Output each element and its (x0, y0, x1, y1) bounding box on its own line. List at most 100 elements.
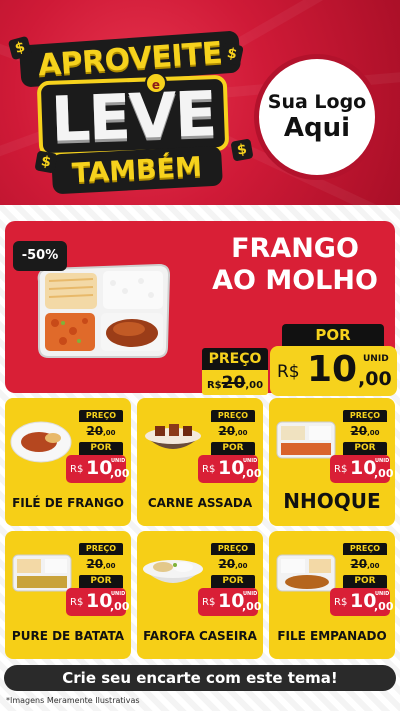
old-price-label: PREÇO (202, 348, 268, 370)
old-price-label: PREÇO (79, 410, 123, 422)
old-price-integer: 20 (218, 424, 236, 438)
dollar-coin-icon: $ (220, 42, 244, 66)
product-name: FAROFA CASEIRA (143, 629, 257, 643)
new-price-label: POR (211, 575, 255, 588)
logo-placeholder[interactable]: Sua Logo Aqui (254, 54, 380, 180)
title-line2-text: LEVE (49, 76, 217, 156)
product-name: FILE EMPANADO (277, 629, 387, 643)
product-name: CARNE ASSADA (147, 496, 253, 510)
logo-text-line2: Aqui (283, 113, 351, 143)
old-price: 20,00 (343, 555, 387, 571)
old-price: R$20,00 (202, 370, 268, 395)
old-price-decimal: ,00 (103, 429, 116, 437)
food-plate-icon (10, 421, 72, 463)
new-price: R$ 10 UNID ,00 (330, 588, 394, 616)
price-unit: UNID (375, 458, 390, 464)
new-price-currency: R$ (202, 464, 216, 475)
old-price-integer: 20 (86, 424, 104, 438)
header-banner: APROVEITE LEVE e TAMBÉM $ $ $ $ Sua Logo… (0, 0, 400, 205)
new-price-label: POR (343, 442, 387, 455)
old-price: 20,00 (79, 555, 123, 571)
old-price-label: PREÇO (211, 410, 255, 422)
offers-area: -50% FRANGO AO MOLHO PREÇO R$20,00 POR R… (0, 205, 400, 711)
new-price-integer: 10 (86, 457, 113, 479)
price-unit: UNID (111, 458, 126, 464)
old-price-decimal: ,00 (235, 562, 248, 570)
featured-name-line2: AO MOLHO (212, 265, 378, 296)
new-price: R$ 10 UNID ,00 (270, 346, 397, 396)
old-price-decimal: ,00 (235, 429, 248, 437)
promo-title: APROVEITE LEVE e TAMBÉM $ $ $ $ (7, 20, 254, 200)
old-price: 20,00 (211, 422, 255, 438)
title-line3: TAMBÉM (51, 145, 223, 195)
price-unit: UNID (243, 458, 258, 464)
food-tray-icon (37, 263, 171, 358)
new-price-decimal: ,00 (110, 600, 130, 613)
featured-product-name: FRANGO AO MOLHO (200, 233, 390, 297)
new-price-decimal: ,00 (242, 600, 262, 613)
new-price-label: POR (211, 442, 255, 455)
disclaimer-text: *Imagens Meramente Ilustrativas (6, 696, 140, 705)
new-price-integer: 10 (307, 349, 358, 390)
product-name: FILÉ DE FRANGO (12, 496, 124, 510)
product-name: PURE DE BATATA (11, 629, 125, 643)
title-line2: LEVE (36, 74, 230, 158)
old-price-integer: 20 (86, 557, 104, 571)
food-plate-icon (12, 554, 72, 592)
old-price-decimal: ,00 (103, 562, 116, 570)
title-line3-text: TAMBÉM (71, 151, 203, 189)
new-price-label: POR (79, 575, 123, 588)
featured-name-line1: FRANGO (231, 233, 359, 264)
new-price-decimal: ,00 (358, 368, 392, 390)
product-card[interactable]: PREÇO 20,00 POR R$ 10 UNID ,00 FAROFA CASEIRA (137, 531, 263, 659)
product-card[interactable]: PREÇO 20,00 POR R$ 10 UNID ,00 PURE DE BATATA (5, 531, 131, 659)
food-plate-icon (276, 554, 336, 592)
old-price: 20,00 (343, 422, 387, 438)
dollar-coin-icon: $ (230, 138, 254, 162)
new-price-decimal: ,00 (374, 467, 394, 480)
featured-offer-card[interactable]: -50% FRANGO AO MOLHO PREÇO R$20,00 POR R… (5, 221, 397, 396)
old-price-decimal: ,00 (245, 380, 264, 391)
new-price-integer: 10 (218, 590, 245, 612)
price-unit: UNID (375, 591, 390, 597)
logo-text-line1: Sua Logo (267, 91, 367, 113)
new-price-decimal: ,00 (374, 600, 394, 613)
new-price-label: POR (79, 442, 123, 455)
old-price-decimal: ,00 (367, 429, 380, 437)
food-plate-icon (145, 424, 201, 449)
price-unit: UNID (363, 354, 389, 364)
old-price-label: PREÇO (211, 543, 255, 555)
dollar-coin-icon: $ (34, 150, 58, 174)
new-price: R$ 10 UNID ,00 (66, 455, 130, 483)
price-unit: UNID (243, 591, 258, 597)
product-card[interactable]: PREÇO 20,00 POR R$ 10 UNID ,00 FILÉ DE FRANGO (5, 398, 131, 526)
new-price-label: POR (343, 575, 387, 588)
old-price-label: PREÇO (79, 543, 123, 555)
product-card[interactable]: PREÇO 20,00 POR R$ 10 UNID ,00 CARNE ASSADA (137, 398, 263, 526)
old-price: 20,00 (211, 555, 255, 571)
title-connector: e (145, 72, 167, 94)
new-price-currency: R$ (70, 597, 84, 608)
food-plate-icon (143, 560, 203, 583)
new-price-currency: R$ (277, 362, 300, 382)
old-price-integer: 20 (350, 557, 368, 571)
product-card[interactable]: PREÇO 20,00 POR R$ 10 UNID ,00 FILE EMPANADO (269, 531, 395, 659)
new-price: R$ 10 UNID ,00 (198, 588, 262, 616)
new-price: R$ 10 UNID ,00 (198, 455, 262, 483)
food-plate-icon (276, 421, 336, 459)
product-card[interactable]: PREÇO 20,00 POR R$ 10 UNID ,00 NHOQUE (269, 398, 395, 526)
discount-badge: -50% (13, 241, 67, 271)
cta-banner[interactable]: Crie seu encarte com este tema! (4, 665, 396, 691)
old-price-integer: 20 (350, 424, 368, 438)
old-price-decimal: ,00 (367, 562, 380, 570)
old-price-label: PREÇO (343, 410, 387, 422)
old-price: 20,00 (79, 422, 123, 438)
new-price: R$ 10 UNID ,00 (330, 455, 394, 483)
product-name: NHOQUE (283, 489, 381, 513)
new-price-integer: 10 (86, 590, 113, 612)
new-price-currency: R$ (334, 597, 348, 608)
new-price-decimal: ,00 (242, 467, 262, 480)
old-price-integer: 20 (221, 373, 246, 393)
new-price-currency: R$ (202, 597, 216, 608)
price-unit: UNID (111, 591, 126, 597)
